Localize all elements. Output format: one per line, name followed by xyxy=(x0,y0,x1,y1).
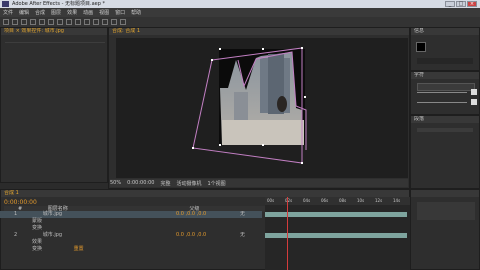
divider xyxy=(5,42,105,43)
info-readout xyxy=(417,58,473,64)
selection-tool-icon[interactable] xyxy=(3,19,9,25)
size-slider[interactable] xyxy=(417,92,467,93)
app-icon xyxy=(2,1,9,7)
text-tool-icon[interactable] xyxy=(75,19,81,25)
color-swatch xyxy=(416,42,426,52)
font-family-dropdown[interactable] xyxy=(417,83,475,91)
menu-window[interactable]: 窗口 xyxy=(112,9,128,16)
maximize-button[interactable]: □ xyxy=(456,1,466,7)
composition-panel-header[interactable]: 合成: 合成 1 xyxy=(109,28,409,35)
window-title: Adobe After Effects - 无标题项目.aep * xyxy=(12,1,105,7)
timeline-panel-header[interactable]: 合成 1 xyxy=(1,190,409,197)
viewer-footer: 50% 0:00:00:00 完整 活动摄像机 1个视图 xyxy=(110,179,408,187)
timeline-timecode[interactable]: 0:00:00:00 xyxy=(4,199,37,206)
menu-animation[interactable]: 动画 xyxy=(80,9,96,16)
info-panel-header[interactable]: 信息 xyxy=(411,28,479,35)
composition-viewer[interactable] xyxy=(116,38,408,178)
playhead[interactable] xyxy=(287,197,288,270)
menu-view[interactable]: 视图 xyxy=(96,9,112,16)
pen-tool-icon[interactable] xyxy=(66,19,72,25)
menu-composition[interactable]: 合成 xyxy=(32,9,48,16)
minimize-button[interactable]: _ xyxy=(445,1,455,7)
layer-subrow[interactable]: 蒙版 xyxy=(0,218,262,225)
tracking-slider[interactable] xyxy=(417,102,467,103)
zoom-dropdown[interactable]: 50% xyxy=(110,180,121,186)
roto-tool-icon[interactable] xyxy=(111,19,117,25)
zoom-tool-icon[interactable] xyxy=(21,19,27,25)
panel-options[interactable] xyxy=(417,202,475,220)
pan-behind-tool-icon[interactable] xyxy=(48,19,54,25)
time-graph[interactable]: 00s 02s 04s 06s 08s 10s 12s 14s xyxy=(265,197,410,270)
project-panel: 项目 × 效果控件: 城市.jpg xyxy=(0,27,108,183)
fill-color-swatch[interactable] xyxy=(471,89,477,95)
puppet-tool-icon[interactable] xyxy=(120,19,126,25)
tracker-panel-header[interactable] xyxy=(411,190,479,197)
layer-subrow[interactable]: 效果 xyxy=(0,239,262,246)
hand-tool-icon[interactable] xyxy=(12,19,18,25)
camera-dropdown[interactable]: 活动摄像机 xyxy=(176,180,201,187)
views-dropdown[interactable]: 1个视图 xyxy=(207,180,225,187)
layer-row[interactable]: 2 城市.jpg 0.0 ,0.0 ,0.0 无 xyxy=(0,232,262,239)
layer-list: 1 城市.jpg 0.0 ,0.0 ,0.0 无 蒙版 变换 2 城市.jpg … xyxy=(0,211,262,270)
current-time[interactable]: 0:00:00:00 xyxy=(127,180,154,186)
brush-tool-icon[interactable] xyxy=(84,19,90,25)
layer-subrow[interactable]: 变换 重置 xyxy=(0,246,262,253)
menu-effect[interactable]: 效果 xyxy=(64,9,80,16)
menu-edit[interactable]: 编辑 xyxy=(16,9,32,16)
eraser-tool-icon[interactable] xyxy=(102,19,108,25)
tracker-panel xyxy=(410,189,480,270)
layer-subrow[interactable]: 变换 xyxy=(0,225,262,232)
paragraph-align-row[interactable] xyxy=(417,128,473,132)
paragraph-panel-header[interactable]: 段落 xyxy=(411,116,479,123)
menu-layer[interactable]: 图层 xyxy=(48,9,64,16)
menu-help[interactable]: 帮助 xyxy=(128,9,144,16)
project-panel-header[interactable]: 项目 × 效果控件: 城市.jpg xyxy=(1,28,107,35)
character-panel: 字符 xyxy=(410,71,480,115)
title-bar: Adobe After Effects - 无标题项目.aep * _ □ × xyxy=(0,0,480,8)
stroke-color-swatch[interactable] xyxy=(471,99,477,105)
paragraph-panel: 段落 xyxy=(410,115,480,189)
menu-file[interactable]: 文件 xyxy=(0,9,16,16)
layer-row[interactable]: 1 城市.jpg 0.0 ,0.0 ,0.0 无 xyxy=(0,211,262,218)
close-button[interactable]: × xyxy=(467,1,477,7)
quality-dropdown[interactable]: 完整 xyxy=(160,180,170,187)
rectangle-tool-icon[interactable] xyxy=(57,19,63,25)
menu-bar: 文件 编辑 合成 图层 效果 动画 视图 窗口 帮助 xyxy=(0,8,480,17)
clone-tool-icon[interactable] xyxy=(93,19,99,25)
camera-tool-icon[interactable] xyxy=(39,19,45,25)
rotate-tool-icon[interactable] xyxy=(30,19,36,25)
viewer-canvas xyxy=(192,47,307,164)
character-panel-header[interactable]: 字符 xyxy=(411,72,479,79)
info-panel: 信息 xyxy=(410,27,480,71)
